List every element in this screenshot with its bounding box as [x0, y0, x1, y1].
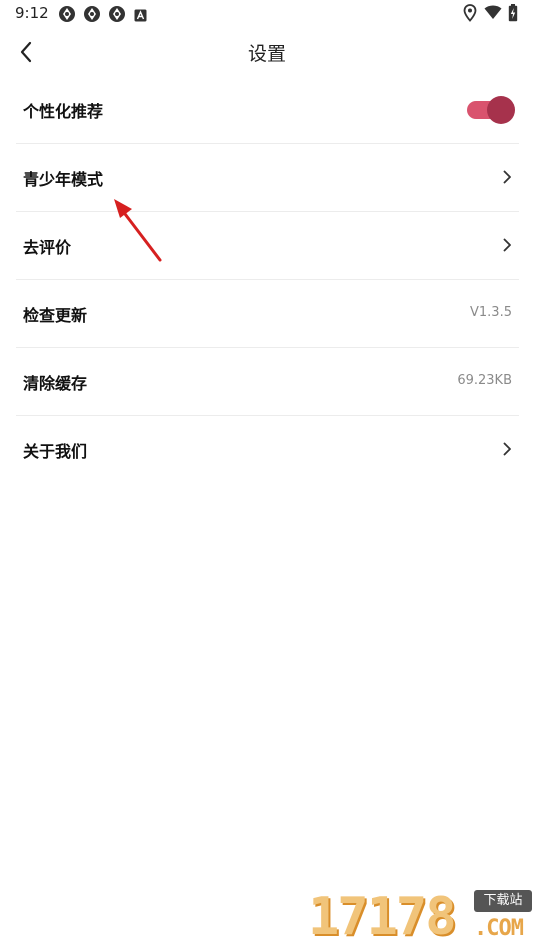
- personalized-recommendation-toggle[interactable]: [467, 96, 515, 124]
- app-version-value: V1.3.5: [470, 305, 512, 320]
- toggle-thumb: [487, 96, 515, 124]
- settings-list: 个性化推荐 青少年模式 去评价 检查更新 V1.3.5 清除缓存 69.23KB: [16, 76, 519, 483]
- chevron-right-icon: [503, 238, 511, 252]
- watermark-tag: 下载站: [474, 890, 532, 912]
- setting-rate-app[interactable]: 去评价: [16, 212, 519, 280]
- annotation-arrow-icon: [114, 199, 162, 262]
- setting-label: 关于我们: [23, 442, 88, 461]
- app-notification-icon: [108, 5, 126, 23]
- location-icon: [463, 4, 477, 26]
- setting-label: 去评价: [23, 238, 72, 257]
- header-bar: 设置: [0, 28, 534, 76]
- setting-label: 个性化推荐: [23, 102, 104, 121]
- page-title: 设置: [247, 43, 286, 65]
- setting-about-us[interactable]: 关于我们: [16, 416, 519, 483]
- app-notification-icon: [83, 5, 101, 23]
- wifi-icon: [484, 4, 502, 24]
- battery-charging-icon: [508, 4, 518, 26]
- status-bar: 9:12: [0, 0, 534, 28]
- watermark-number: 17178: [308, 887, 457, 947]
- cache-size-value: 69.23KB: [457, 373, 512, 388]
- setting-label: 清除缓存: [23, 374, 88, 393]
- setting-check-update[interactable]: 检查更新 V1.3.5: [16, 280, 519, 348]
- setting-teen-mode[interactable]: 青少年模式: [16, 144, 519, 212]
- app-notification-icon: [58, 5, 76, 23]
- watermark-domain: .COM: [474, 916, 524, 941]
- watermark-logo: 17178 下载站 .COM: [308, 886, 532, 950]
- chevron-right-icon: [503, 442, 511, 456]
- settings-screen: 9:12 设置 个性化推荐 青少年模式 去评价 检查更新 V1.3.5 清除缓存…: [0, 0, 534, 950]
- setting-label: 青少年模式: [23, 170, 104, 189]
- status-time: 9:12: [15, 4, 49, 22]
- chevron-right-icon: [503, 170, 511, 184]
- setting-personalized-recommendation[interactable]: 个性化推荐: [16, 76, 519, 144]
- accessibility-notification-icon: [134, 7, 147, 22]
- setting-label: 检查更新: [23, 306, 88, 325]
- setting-clear-cache[interactable]: 清除缓存 69.23KB: [16, 348, 519, 416]
